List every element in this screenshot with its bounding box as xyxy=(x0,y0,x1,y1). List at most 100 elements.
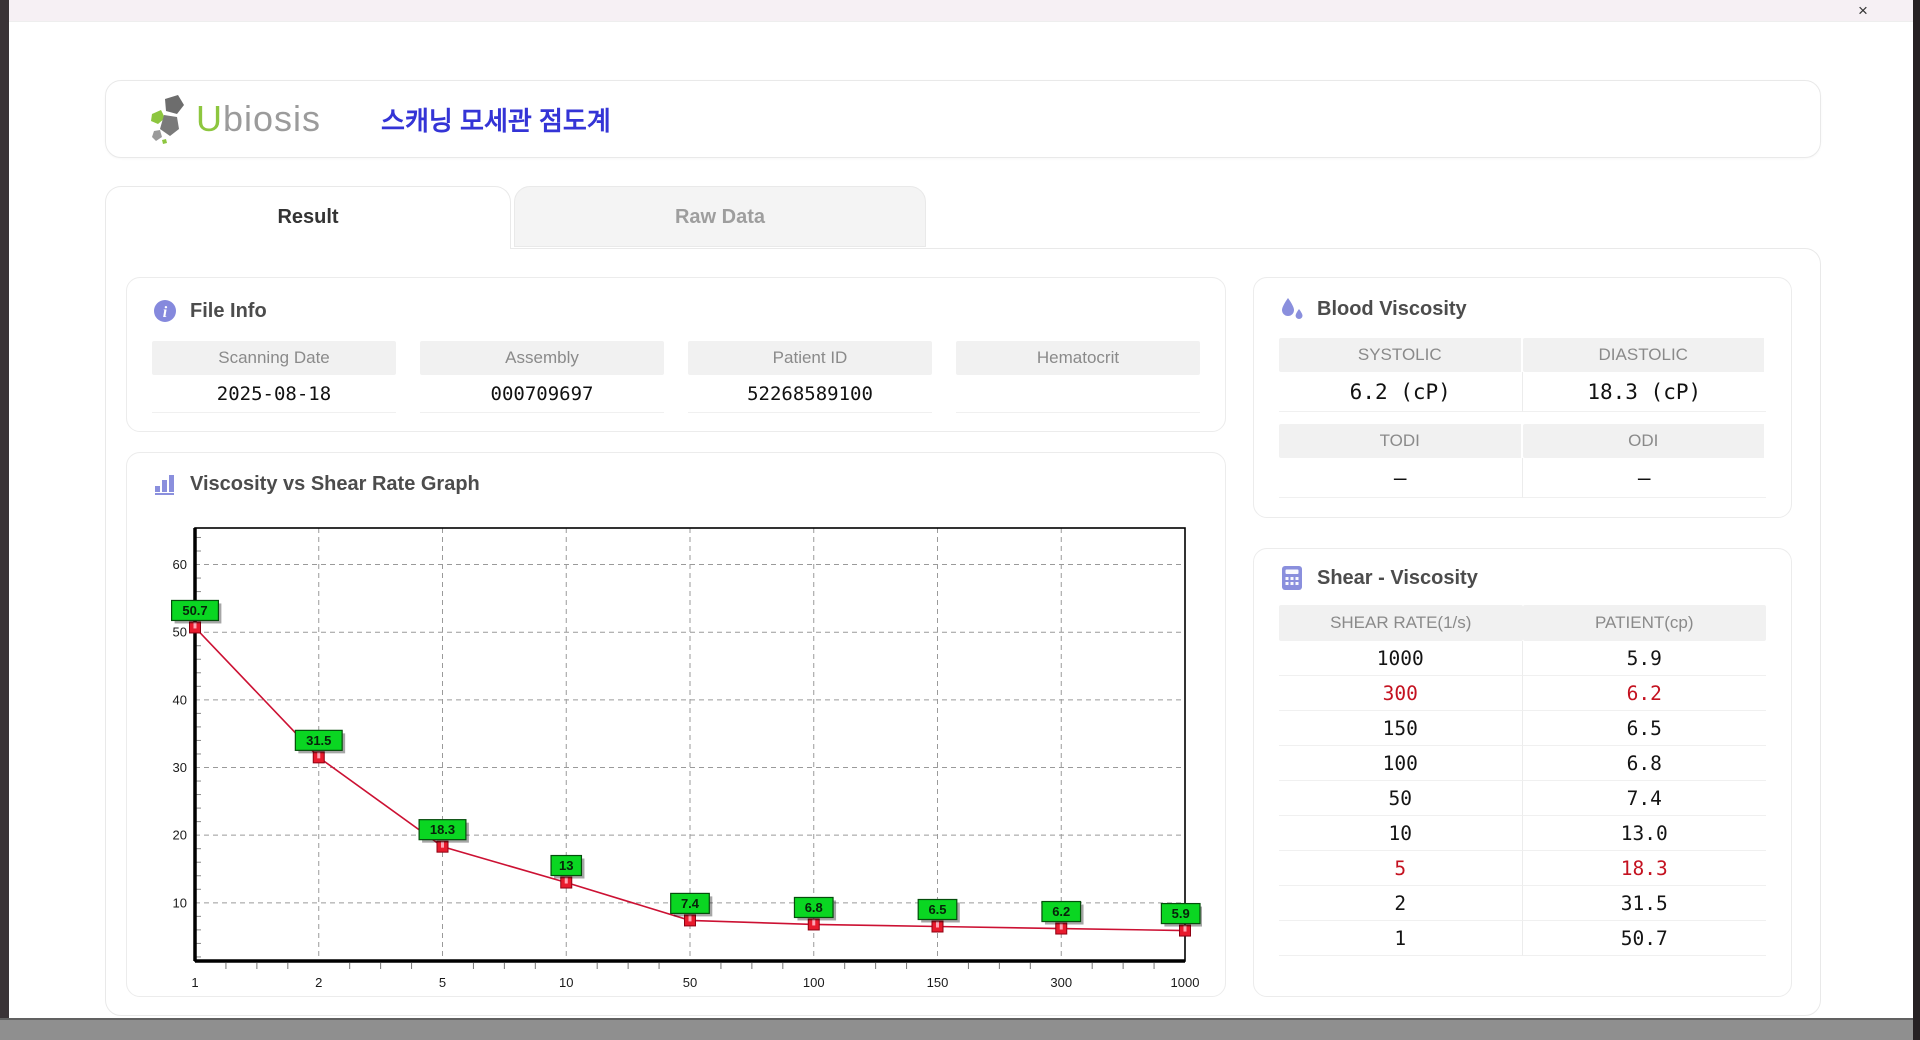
shear-rate-cell: 100 xyxy=(1279,746,1523,781)
info-icon: i xyxy=(152,298,178,324)
shear-table-row-2: 2 31.5 xyxy=(1279,886,1766,921)
svg-text:5: 5 xyxy=(439,975,446,989)
patient-cell: 31.5 xyxy=(1522,886,1766,921)
patient-column-header: PATIENT(cp) xyxy=(1522,605,1766,641)
logo-text-rest: biosis xyxy=(223,98,322,139)
logo-text-u: U xyxy=(196,98,223,139)
graph-card: Viscosity vs Shear Rate Graph 10 20 30 40 50… xyxy=(126,452,1226,997)
svg-text:20: 20 xyxy=(173,828,187,843)
svg-text:150: 150 xyxy=(927,975,949,989)
file-info-title: File Info xyxy=(190,299,267,322)
shear-rate-cell: 50 xyxy=(1279,781,1523,816)
patient-cell: 50.7 xyxy=(1522,921,1766,956)
bv-label-systolic: SYSTOLIC xyxy=(1279,338,1523,372)
shear-rate-cell: 10 xyxy=(1279,816,1523,851)
patient-cell: 7.4 xyxy=(1522,781,1766,816)
bv-label-todi: TODI xyxy=(1279,424,1523,458)
shear-table-row-5: 5 18.3 xyxy=(1279,851,1766,886)
shear-table-row-150: 150 6.5 xyxy=(1279,711,1766,746)
patient-cell: 6.2 xyxy=(1522,676,1766,711)
bv-label-diastolic: DIASTOLIC xyxy=(1522,338,1766,372)
window-left-edge xyxy=(0,0,9,1018)
svg-text:100: 100 xyxy=(803,975,825,989)
blood-viscosity-title: Blood Viscosity xyxy=(1317,297,1467,320)
graph-title: Viscosity vs Shear Rate Graph xyxy=(190,472,480,495)
shear-table-row-1000: 1000 5.9 xyxy=(1279,641,1766,676)
svg-text:50.7: 50.7 xyxy=(182,603,207,618)
svg-text:6.5: 6.5 xyxy=(928,902,946,917)
patient-cell: 6.5 xyxy=(1522,711,1766,746)
svg-text:2: 2 xyxy=(315,975,322,989)
shear-viscosity-table: SHEAR RATE(1/s) PATIENT(cp) 1000 5.9 300 6.… xyxy=(1279,605,1766,956)
window-titlebar: × xyxy=(0,0,1920,22)
svg-text:6.8: 6.8 xyxy=(805,900,823,915)
file-info-value-2: 52268589100 xyxy=(688,375,932,413)
tab-result[interactable]: Result xyxy=(105,186,511,249)
app-window: × U biosis 스캐닝 모세관 점도계 Result Raw Data i… xyxy=(0,0,1920,1040)
shear-rate-cell: 1000 xyxy=(1279,641,1523,676)
svg-text:30: 30 xyxy=(173,760,187,775)
window-right-edge xyxy=(1913,0,1920,1040)
svg-text:13: 13 xyxy=(559,858,573,873)
svg-text:300: 300 xyxy=(1050,975,1072,989)
file-info-card: i File Info Scanning Date Assembly Patient… xyxy=(126,277,1226,432)
shear-table-row-300: 300 6.2 xyxy=(1279,676,1766,711)
shear-viscosity-card: Shear - Viscosity SHEAR RATE(1/s) PATIEN… xyxy=(1253,548,1792,997)
shear-rate-cell: 1 xyxy=(1279,921,1523,956)
file-info-value-1: 000709697 xyxy=(420,375,664,413)
file-info-value-0: 2025-08-18 xyxy=(152,375,396,413)
file-info-label-0: Scanning Date xyxy=(152,341,396,375)
calculator-icon xyxy=(1279,565,1305,591)
file-info-label-1: Assembly xyxy=(420,341,664,375)
bar-chart-icon xyxy=(152,471,178,497)
shear-table-body: 1000 5.9 300 6.2 150 6.5 100 6.8 50 7.4 10 13.0 5 18.… xyxy=(1279,641,1766,956)
ubiosis-logo: U biosis xyxy=(148,93,321,145)
shear-rate-cell: 2 xyxy=(1279,886,1523,921)
shear-rate-cell: 5 xyxy=(1279,851,1523,886)
shear-table-row-100: 100 6.8 xyxy=(1279,746,1766,781)
patient-cell: 5.9 xyxy=(1522,641,1766,676)
svg-text:7.4: 7.4 xyxy=(681,896,700,911)
svg-text:50: 50 xyxy=(683,975,697,989)
shear-rate-cell: 150 xyxy=(1279,711,1523,746)
tab-raw-data[interactable]: Raw Data xyxy=(514,186,926,247)
file-info-value-3 xyxy=(956,375,1200,413)
shear-rate-column-header: SHEAR RATE(1/s) xyxy=(1279,605,1523,641)
bv-label-odi: ODI xyxy=(1522,424,1766,458)
ubiosis-logo-icon xyxy=(151,95,184,144)
svg-text:10: 10 xyxy=(173,895,187,910)
shear-table-row-1: 1 50.7 xyxy=(1279,921,1766,956)
svg-text:18.3: 18.3 xyxy=(430,822,455,837)
patient-cell: 6.8 xyxy=(1522,746,1766,781)
svg-text:40: 40 xyxy=(173,692,187,707)
svg-text:50: 50 xyxy=(173,625,187,640)
file-info-label-2: Patient ID xyxy=(688,341,932,375)
blood-viscosity-table: SYSTOLIC DIASTOLIC 6.2 (cP) 18.3 (cP) TODI OD… xyxy=(1279,338,1766,498)
svg-text:31.5: 31.5 xyxy=(306,733,331,748)
page-title: 스캐닝 모세관 점도계 xyxy=(381,105,611,136)
bv-value-odi: – xyxy=(1522,458,1766,498)
svg-text:i: i xyxy=(163,304,168,321)
svg-text:5.9: 5.9 xyxy=(1172,906,1190,921)
patient-cell: 13.0 xyxy=(1522,816,1766,851)
viscosity-chart: 10 20 30 40 50 60 1 2 5 10 50 100 150 300 1000 50.7 31.5… xyxy=(171,527,1203,990)
file-info-label-3: Hematocrit xyxy=(956,341,1200,375)
app-header: U biosis 스캐닝 모세관 점도계 xyxy=(105,80,1821,158)
bv-value-todi: – xyxy=(1279,458,1523,498)
svg-text:10: 10 xyxy=(559,975,573,989)
bv-value-diastolic: 18.3 (cP) xyxy=(1522,372,1766,412)
bv-value-systolic: 6.2 (cP) xyxy=(1279,372,1523,412)
close-icon[interactable]: × xyxy=(1850,1,1876,21)
svg-text:1000: 1000 xyxy=(1171,975,1200,989)
patient-cell: 18.3 xyxy=(1522,851,1766,886)
svg-text:6.2: 6.2 xyxy=(1052,904,1070,919)
shear-viscosity-title: Shear - Viscosity xyxy=(1317,566,1478,589)
file-info-grid: Scanning Date Assembly Patient ID Hematocri… xyxy=(152,341,1200,413)
taskbar xyxy=(0,1018,1920,1040)
shear-rate-cell: 300 xyxy=(1279,676,1523,711)
shear-table-row-10: 10 13.0 xyxy=(1279,816,1766,851)
result-panel: i File Info Scanning Date Assembly Patient… xyxy=(105,248,1821,1016)
shear-table-row-50: 50 7.4 xyxy=(1279,781,1766,816)
svg-text:1: 1 xyxy=(191,975,198,989)
